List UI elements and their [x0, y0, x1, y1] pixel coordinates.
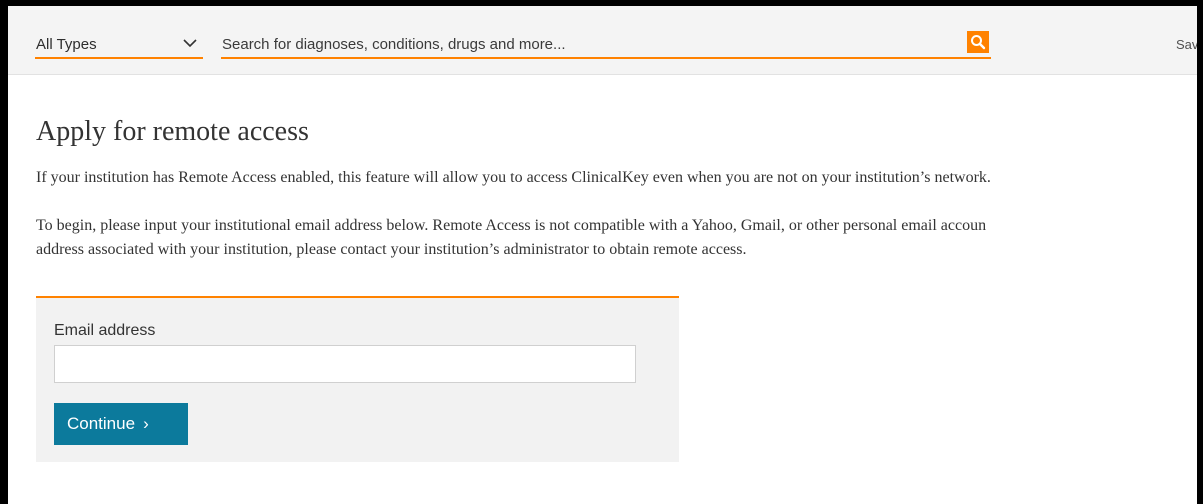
page-title: Apply for remote access: [36, 116, 309, 147]
content-type-dropdown[interactable]: All Types: [35, 31, 203, 59]
intro-paragraph: If your institution has Remote Access en…: [36, 169, 991, 186]
continue-button[interactable]: Continue ›: [54, 403, 188, 445]
search-icon: [971, 35, 986, 50]
content-type-selected: All Types: [36, 36, 97, 53]
save-link[interactable]: Sav: [1176, 37, 1197, 52]
search-field-wrapper: [221, 31, 991, 59]
page-viewport: All Types Sav Apply for remote access If…: [8, 6, 1197, 504]
search-toolbar: All Types Sav: [8, 6, 1197, 75]
continue-label: Continue: [67, 414, 136, 433]
email-label: Email address: [54, 322, 156, 339]
window-frame: All Types Sav Apply for remote access If…: [0, 0, 1203, 504]
search-input[interactable]: [221, 33, 953, 55]
search-button[interactable]: [967, 31, 989, 53]
chevron-down-icon: [183, 39, 197, 48]
email-field[interactable]: [54, 345, 636, 383]
chevron-right-icon: ›: [143, 414, 149, 433]
instructions-paragraph-line2: address associated with your institution…: [36, 241, 747, 258]
remote-access-form: Email address Continue ›: [36, 296, 679, 462]
instructions-paragraph-line1: To begin, please input your institutiona…: [36, 217, 987, 234]
